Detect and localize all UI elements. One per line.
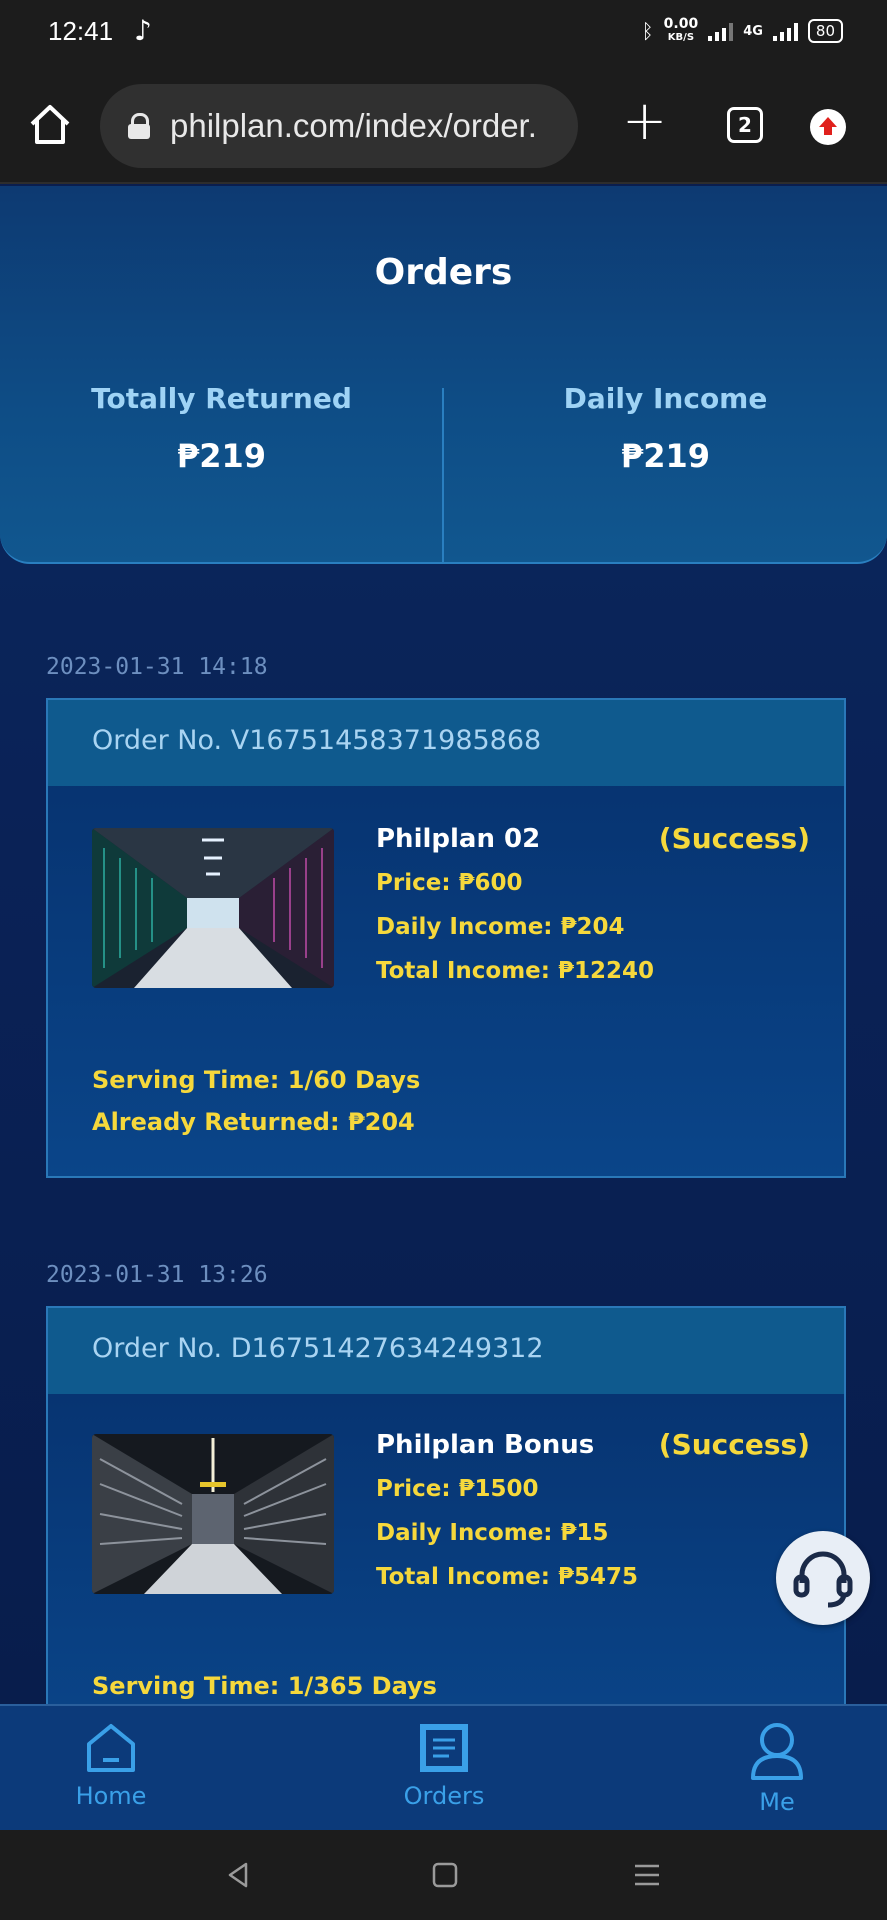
daily-income-label: Daily Income <box>563 382 768 415</box>
plan-price: Price: ₱600 <box>376 870 523 896</box>
already-returned: Already Returned: ₱204 <box>92 1108 415 1136</box>
orders-icon <box>420 1724 468 1772</box>
menu-icon[interactable] <box>632 1860 662 1890</box>
order-number: Order No. V16751458371985868 <box>48 700 844 786</box>
status-time: 12:41 <box>48 16 114 46</box>
user-icon <box>751 1723 803 1780</box>
nav-home[interactable]: Home <box>31 1720 191 1810</box>
browser-toolbar: philplan.com/index/order. + 2 <box>0 66 887 184</box>
nav-home-label: Home <box>75 1782 147 1810</box>
browser-home-icon[interactable] <box>28 102 72 146</box>
music-note-icon: ♪ <box>134 14 152 47</box>
plan-total-income: Total Income: ₱5475 <box>376 1564 638 1590</box>
page-title: Orders <box>374 252 513 293</box>
order-card[interactable]: Order No. V16751458371985868 Philplan 02… <box>46 698 846 1178</box>
bottom-navigation: Home Orders Me <box>0 1704 887 1830</box>
totally-returned-label: Totally Returned <box>91 382 352 415</box>
plan-total-income: Total Income: ₱12240 <box>376 958 654 984</box>
order-number: Order No. D16751427634249312 <box>48 1308 844 1394</box>
net-speed: 0.00 KB/S <box>663 16 699 43</box>
nav-me[interactable]: Me <box>697 1720 857 1816</box>
status-bar: 12:41 ♪ ᛒ 0.00 KB/S 4G 80 <box>0 0 887 66</box>
headset-icon <box>793 1551 853 1608</box>
totally-returned: Totally Returned ₱219 <box>0 382 443 475</box>
wifi-signal-icon <box>708 21 734 41</box>
new-tab-button[interactable]: + <box>622 94 667 148</box>
server-room-image <box>92 828 334 988</box>
cell-signal-icon <box>772 21 798 41</box>
order-card[interactable]: Order No. D16751427634249312 Philplan Bo… <box>46 1306 846 1704</box>
totally-returned-value: ₱219 <box>176 437 267 475</box>
status-badge: (Success) <box>658 1428 810 1461</box>
status-badge: (Success) <box>658 822 810 855</box>
lock-icon <box>128 113 150 139</box>
url-text: philplan.com/index/order. <box>170 107 537 144</box>
customer-support-button[interactable] <box>776 1531 870 1625</box>
server-room-image <box>92 1434 334 1594</box>
plan-daily-income: Daily Income: ₱204 <box>376 914 625 940</box>
update-icon[interactable] <box>810 109 846 145</box>
home-icon <box>87 1724 135 1772</box>
summary-panel: Orders Totally Returned ₱219 Daily Incom… <box>0 186 887 564</box>
tab-switcher-button[interactable]: 2 <box>727 107 763 143</box>
address-bar[interactable]: philplan.com/index/order. <box>100 84 578 168</box>
nav-me-label: Me <box>759 1788 795 1816</box>
battery-icon: 80 <box>807 19 843 43</box>
serving-time: Serving Time: 1/365 Days <box>92 1672 437 1700</box>
order-date: 2023-01-31 14:18 <box>46 654 268 680</box>
nav-orders[interactable]: Orders <box>364 1720 524 1810</box>
bluetooth-icon: ᛒ <box>641 19 654 43</box>
status-icons: ᛒ 0.00 KB/S 4G 80 <box>641 16 843 44</box>
plan-price: Price: ₱1500 <box>376 1476 539 1502</box>
daily-income-value: ₱219 <box>620 437 711 475</box>
system-navigation-bar <box>0 1830 887 1920</box>
recents-icon[interactable] <box>430 1860 460 1890</box>
nav-orders-label: Orders <box>403 1782 485 1810</box>
plan-name: Philplan Bonus <box>376 1430 595 1460</box>
serving-time: Serving Time: 1/60 Days <box>92 1066 421 1094</box>
main-content: Orders Totally Returned ₱219 Daily Incom… <box>0 186 887 1704</box>
daily-income: Daily Income ₱219 <box>444 382 887 475</box>
plan-daily-income: Daily Income: ₱15 <box>376 1520 609 1546</box>
back-icon[interactable] <box>224 1860 254 1890</box>
network-type: 4G <box>743 23 763 39</box>
order-date: 2023-01-31 13:26 <box>46 1262 268 1288</box>
plan-name: Philplan 02 <box>376 824 541 854</box>
